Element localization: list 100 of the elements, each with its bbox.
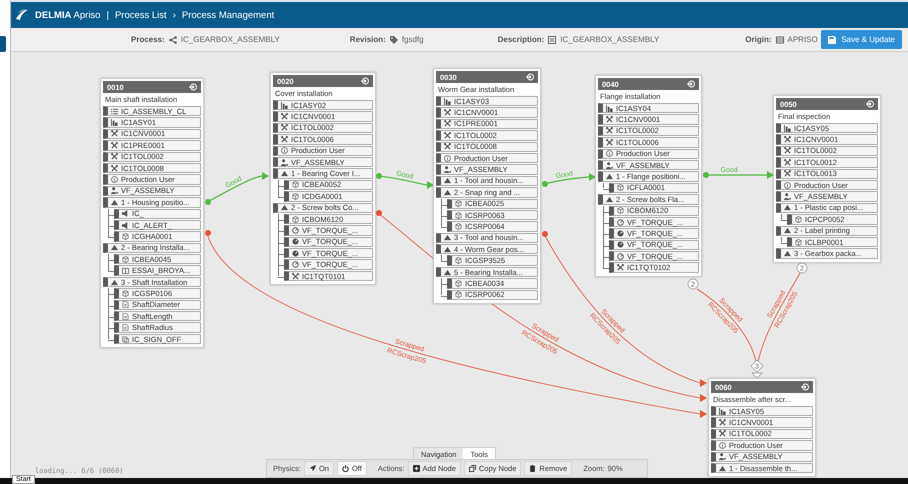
- brand-name: DELMIA Apriso: [35, 10, 100, 20]
- count-badge: [688, 278, 698, 290]
- rocket-icon: [308, 465, 316, 472]
- cube-icon: [617, 207, 624, 214]
- gauge-icon: [292, 250, 299, 257]
- info-icon: [784, 182, 791, 189]
- tools-icon: [281, 136, 288, 143]
- list-icon: [548, 36, 556, 44]
- tools-icon: [784, 136, 791, 144]
- logo-icon: [15, 9, 29, 21]
- triangle-icon: [111, 278, 118, 286]
- field-label: Revision:: [350, 35, 386, 44]
- field-label: Origin:: [745, 35, 772, 44]
- table-icon: [776, 36, 784, 44]
- cube-icon: [455, 280, 462, 287]
- gauge-icon: [292, 261, 299, 268]
- tools-icon: [444, 109, 451, 116]
- info-icon: [111, 176, 118, 184]
- login-icon: [526, 73, 534, 81]
- bar-chart-icon: [281, 102, 288, 109]
- gauge-icon: [292, 238, 299, 246]
- cube-icon: [455, 212, 462, 219]
- info-icon: [606, 150, 613, 158]
- breadcrumb[interactable]: Process Management: [182, 10, 274, 20]
- document-icon: [122, 301, 129, 308]
- gauge-icon: [617, 218, 624, 226]
- tools-icon: [719, 430, 726, 438]
- tools-icon: [617, 264, 624, 272]
- plus-icon: [412, 465, 420, 472]
- cube-icon: [292, 181, 299, 188]
- tools-icon: [111, 142, 118, 149]
- copy-icon: [468, 465, 476, 472]
- cube-icon: [292, 192, 299, 200]
- field-value: IC_GEARBOX_ASSEMBLY: [560, 35, 660, 44]
- tools-icon: [292, 272, 299, 280]
- tools-icon: [606, 138, 613, 146]
- count-badge: [750, 360, 764, 378]
- cube-icon: [122, 290, 129, 297]
- gauge-icon: [617, 230, 624, 237]
- triangle-icon: [444, 268, 451, 276]
- cube-icon: [795, 238, 802, 246]
- users-icon: [281, 158, 288, 166]
- triangle-icon: [111, 244, 118, 252]
- info-icon: [281, 147, 288, 154]
- tools-icon: [784, 170, 791, 178]
- bar-chart-icon: [444, 98, 451, 105]
- triangle-icon: [784, 227, 791, 234]
- triangle-icon: [281, 170, 288, 178]
- book-icon: [122, 267, 129, 274]
- tools-icon: [606, 127, 613, 134]
- tools-icon: [784, 147, 791, 154]
- info-icon: [719, 442, 726, 449]
- breadcrumb[interactable]: Process List: [114, 10, 167, 20]
- login-icon: [189, 83, 197, 91]
- users-icon: [444, 166, 451, 174]
- users-icon: [606, 162, 613, 169]
- cube-icon: [122, 256, 129, 263]
- field-label: Description:: [498, 35, 544, 44]
- cube-icon: [455, 257, 462, 264]
- cube-icon: [455, 291, 462, 298]
- cube-icon: [122, 232, 129, 240]
- document-icon: [122, 312, 129, 320]
- field-value: APRISO: [788, 35, 818, 44]
- cube-icon: [795, 216, 802, 223]
- triangle-icon: [606, 173, 613, 180]
- gauge-icon: [617, 241, 624, 248]
- bar-chart-icon: [719, 408, 726, 415]
- process-node[interactable]: [100, 78, 204, 348]
- tools-icon: [281, 113, 288, 120]
- process-node[interactable]: [433, 68, 541, 304]
- field-label: Process:: [131, 35, 165, 44]
- process-node[interactable]: [595, 75, 702, 277]
- tools-icon: [444, 143, 451, 150]
- tools-icon: [719, 419, 726, 426]
- tools-icon: [784, 158, 791, 166]
- share-icon: [168, 36, 177, 44]
- tools-icon: [111, 130, 118, 138]
- triangle-icon: [606, 196, 613, 203]
- field-value: fgsdfg: [402, 35, 424, 44]
- process-node[interactable]: [270, 72, 376, 286]
- arrow: [376, 173, 434, 189]
- tools-icon: [444, 120, 451, 128]
- cube-icon: [617, 184, 624, 192]
- triangle-icon: [719, 464, 726, 472]
- header-separator: |: [106, 10, 109, 20]
- tag-icon: [390, 36, 398, 44]
- login-icon: [866, 100, 874, 108]
- bar-chart-icon: [111, 119, 118, 126]
- users-icon: [111, 187, 118, 194]
- tools-icon: [281, 124, 288, 132]
- triangle-icon: [784, 250, 791, 257]
- breadcrumb[interactable]: ›: [172, 10, 176, 20]
- info-icon: [444, 154, 451, 162]
- bar-chart-icon: [606, 104, 613, 112]
- users-icon: [784, 193, 791, 200]
- login-icon: [801, 383, 809, 391]
- tools-icon: [606, 116, 613, 124]
- power-icon: [342, 465, 349, 472]
- gauge-icon: [292, 226, 299, 234]
- login-icon: [361, 77, 369, 85]
